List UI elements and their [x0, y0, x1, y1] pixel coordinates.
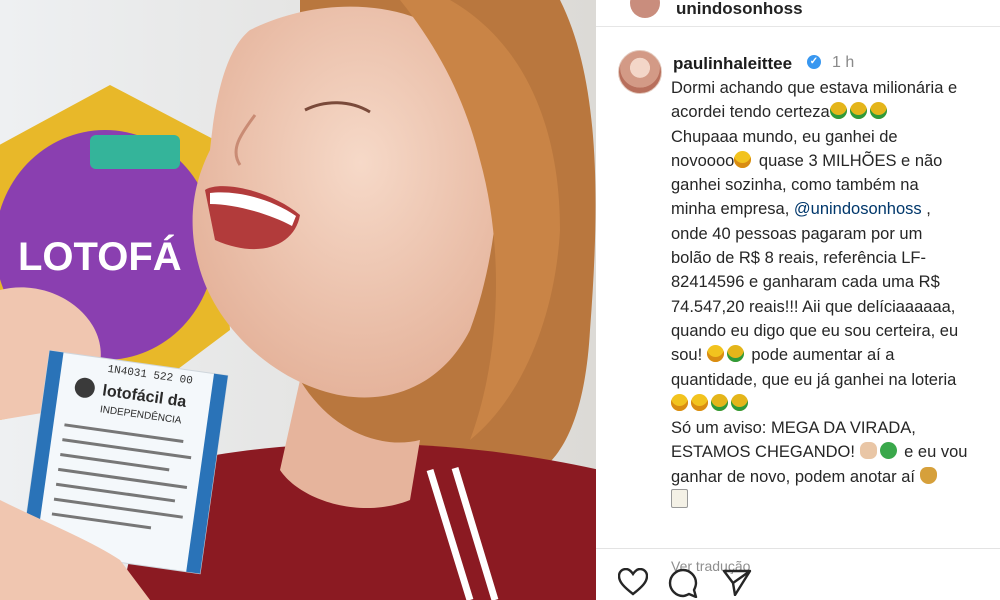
- caption-line: ESTAMOS CHEGANDO! e eu vou: [671, 442, 968, 462]
- caption-line: ganhei sozinha, como também na: [671, 176, 919, 195]
- caption-line: novoooo quase 3 MILHÕES e não: [671, 150, 943, 170]
- caption-line: Só um aviso: MEGA DA VIRADA,: [671, 419, 916, 438]
- caption-line: quantidade, que eu já ganhei na loteria: [671, 370, 957, 389]
- caption-line: [671, 392, 991, 416]
- caption-line: minha empresa, @unindosonhoss ,: [671, 200, 931, 219]
- header-username[interactable]: unindosonhoss: [676, 0, 803, 19]
- caption-line: Dormi achando que estava milionária e: [671, 79, 958, 97]
- money-face-icon: [829, 102, 847, 120]
- laughing-face-icon: [691, 393, 708, 411]
- laughing-face-icon: [671, 393, 688, 411]
- caption-line: [671, 489, 991, 513]
- money-face-icon: [711, 393, 728, 411]
- post-time[interactable]: 1 h: [832, 54, 854, 72]
- caption-line: sou! pode aumentar aí a: [671, 345, 895, 365]
- heart-icon[interactable]: [618, 568, 648, 596]
- share-icon[interactable]: [722, 568, 752, 596]
- post-sidebar: unindosonhoss paulinhaleittee ✓ 1 h Dorm…: [596, 0, 1000, 600]
- caption-line: 82414596 e ganharam cada uma R$: [671, 273, 940, 292]
- caption-text: Dormi achando que estava milionária e ac…: [671, 76, 991, 513]
- mention-link[interactable]: @unindosonhoss: [794, 200, 922, 218]
- actions-divider: [596, 548, 1000, 549]
- caption-line: onde 40 pessoas pagaram por um: [671, 224, 923, 243]
- money-bag-icon: [919, 466, 937, 484]
- crossed-fingers-icon: [859, 442, 877, 460]
- photo-illustration: LOTOFÁ 1N4031 522 00 lotofácil da INDEPE…: [0, 0, 596, 600]
- post-header-bar: unindosonhoss: [596, 0, 1000, 27]
- caption-line: 74.547,20 reais!!! Aii que delíciaaaaaa,: [671, 297, 956, 316]
- money-face-icon: [726, 345, 744, 363]
- post-photo: LOTOFÁ 1N4031 522 00 lotofácil da INDEPE…: [0, 0, 596, 600]
- caption-line: Chupaaa mundo, eu ganhei de: [671, 127, 898, 146]
- sign-text: LOTOFÁ: [18, 234, 182, 279]
- caption-line: quando eu digo que eu sou certeira, eu: [671, 321, 959, 340]
- comment-icon[interactable]: [668, 568, 698, 598]
- caption-line: acordei tendo certeza: [671, 100, 991, 124]
- memo-icon: [671, 489, 688, 509]
- caption-line: ganhar de novo, podem anotar aí: [671, 465, 991, 489]
- laughing-face-icon: [706, 345, 724, 363]
- author-username[interactable]: paulinhaleittee: [673, 54, 792, 74]
- caption-line: bolão de R$ 8 reais, referência LF-: [671, 249, 926, 268]
- money-face-icon: [869, 102, 887, 120]
- header-avatar[interactable]: [630, 0, 660, 18]
- money-face-icon: [731, 393, 748, 411]
- money-face-icon: [849, 102, 867, 120]
- verified-badge-icon: ✓: [807, 55, 821, 69]
- author-avatar[interactable]: [618, 50, 662, 94]
- clover-icon: [879, 442, 897, 460]
- laughing-face-icon: [734, 150, 752, 168]
